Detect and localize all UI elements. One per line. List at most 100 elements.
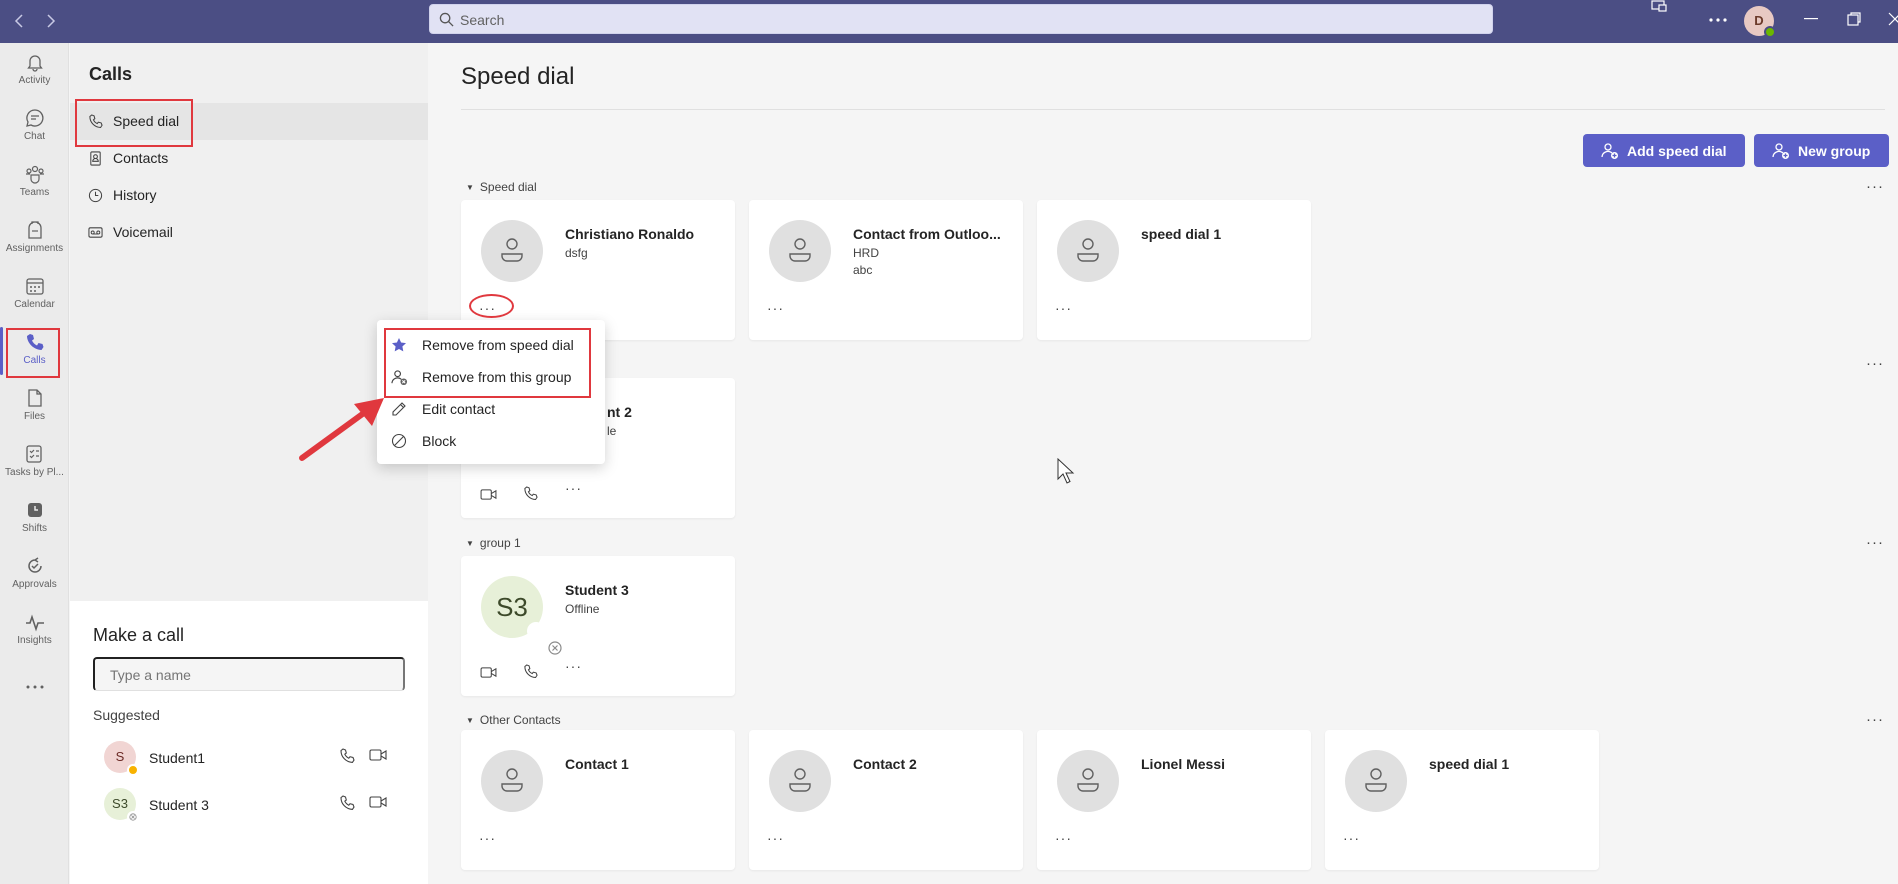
contact-name: Contact 1: [565, 756, 629, 772]
card-more-button[interactable]: ···: [479, 830, 496, 846]
chevron-down-icon: ▼: [466, 539, 474, 548]
active-indicator: [0, 327, 3, 375]
contact-card[interactable]: Contact 2 ···: [749, 730, 1023, 870]
rail-calls[interactable]: Calls: [0, 323, 69, 379]
video-call-icon[interactable]: [369, 748, 387, 762]
screen-share-icon[interactable]: [1651, 0, 1667, 12]
rail-chat[interactable]: Chat: [0, 99, 69, 155]
contact-name: Student 3: [565, 582, 629, 598]
contact-name: speed dial 1: [1429, 756, 1510, 772]
menu-remove-from-this-group[interactable]: Remove from this group: [377, 361, 605, 393]
phone-icon: [26, 334, 43, 350]
person-icon: [789, 768, 811, 792]
card-more-button[interactable]: ···: [1055, 830, 1072, 846]
avatar: [1057, 750, 1119, 812]
video-call-icon[interactable]: [480, 488, 497, 501]
contact-card[interactable]: speed dial 1 ···: [1037, 200, 1311, 340]
card-more-button[interactable]: ···: [565, 658, 582, 674]
menu-edit-contact[interactable]: Edit contact: [377, 393, 605, 425]
profile-avatar[interactable]: D: [1744, 6, 1776, 38]
call-icon[interactable]: [523, 486, 538, 501]
star-icon: [392, 338, 406, 352]
rail-files[interactable]: Files: [0, 379, 69, 435]
contact-card[interactable]: Christiano Ronaldo dsfg ···: [461, 200, 735, 340]
contact-card[interactable]: Contact 1 ···: [461, 730, 735, 870]
rail-activity[interactable]: Activity: [0, 43, 69, 99]
add-speed-dial-button[interactable]: Add speed dial: [1583, 134, 1745, 167]
card-more-button[interactable]: ···: [1343, 830, 1360, 846]
nav-voicemail[interactable]: Voicemail: [70, 214, 428, 251]
more-options-icon[interactable]: [1709, 18, 1727, 22]
rail-approvals[interactable]: Approvals: [0, 547, 69, 603]
file-icon: [27, 389, 42, 407]
person-remove-icon: [391, 370, 408, 386]
card-more-button[interactable]: ···: [479, 300, 496, 316]
minimize-icon[interactable]: [1804, 18, 1818, 20]
contact-name: Christiano Ronaldo: [565, 226, 695, 242]
bell-icon: [26, 55, 43, 72]
call-icon[interactable]: [339, 795, 355, 811]
section-header[interactable]: ▼ Other Contacts: [466, 713, 561, 727]
rail-teams[interactable]: Teams: [0, 155, 69, 211]
rail-insights[interactable]: Insights: [0, 603, 69, 659]
section-more-button[interactable]: ···: [1866, 711, 1884, 728]
type-a-name-input[interactable]: [93, 657, 405, 691]
contacts-icon: [90, 151, 101, 166]
nav-speed-dial[interactable]: Speed dial: [70, 103, 428, 140]
section-header[interactable]: ▼ group 1: [466, 536, 521, 550]
menu-remove-from-speed-dial[interactable]: Remove from speed dial: [377, 329, 605, 361]
avatar: S3: [104, 788, 139, 823]
card-more-button[interactable]: ···: [1055, 300, 1072, 316]
contact-context-menu: Remove from speed dial Remove from this …: [377, 320, 605, 464]
back-arrow-icon[interactable]: [10, 11, 30, 31]
forward-arrow-icon[interactable]: [40, 11, 60, 31]
contact-name: nt 2: [607, 404, 632, 420]
nav-contacts[interactable]: Contacts: [70, 140, 428, 177]
clock-icon: [88, 188, 103, 203]
rail-shifts[interactable]: Shifts: [0, 491, 69, 547]
section-more-button[interactable]: ···: [1866, 534, 1884, 551]
person-icon: [1077, 768, 1099, 792]
section-header[interactable]: ▼ Speed dial: [466, 180, 537, 194]
assignments-icon: [27, 221, 42, 239]
avatar: [769, 750, 831, 812]
card-more-button[interactable]: ···: [767, 830, 784, 846]
close-icon[interactable]: [1888, 12, 1898, 26]
nav-history[interactable]: History: [70, 177, 428, 214]
new-group-button[interactable]: New group: [1754, 134, 1889, 167]
card-more-button[interactable]: ···: [565, 480, 582, 496]
contact-status: Offline: [565, 602, 600, 616]
contact-card[interactable]: Contact from Outloo... HRD abc ···: [749, 200, 1023, 340]
avatar: S: [104, 741, 139, 776]
video-call-icon[interactable]: [369, 795, 387, 809]
menu-block[interactable]: Block: [377, 425, 605, 457]
section-more-button[interactable]: ···: [1866, 355, 1884, 372]
phone-icon: [89, 114, 103, 129]
call-icon[interactable]: [339, 748, 355, 764]
suggested-contact-row[interactable]: S Student1: [93, 735, 413, 779]
section-more-button[interactable]: ···: [1866, 178, 1884, 195]
shifts-icon: [27, 503, 42, 517]
suggested-contact-row[interactable]: S3 Student 3: [93, 782, 413, 826]
chat-icon: [25, 109, 43, 127]
chevron-down-icon: ▼: [466, 183, 474, 192]
make-a-call-section: Make a call Suggested S Student1 S3 Stud…: [70, 601, 428, 884]
restore-icon[interactable]: [1847, 12, 1861, 26]
contact-detail: dsfg: [565, 246, 588, 260]
voicemail-icon: [88, 227, 103, 238]
search-input[interactable]: Search: [429, 4, 1493, 34]
call-icon[interactable]: [523, 664, 538, 679]
contact-detail: le: [607, 424, 617, 438]
contact-card[interactable]: S3 Student 3 Offline ···: [461, 556, 735, 696]
card-more-button[interactable]: ···: [767, 300, 784, 316]
rail-tasks[interactable]: Tasks by Pl...: [0, 435, 69, 491]
contact-card[interactable]: speed dial 1 ···: [1325, 730, 1599, 870]
rail-assignments[interactable]: Assignments: [0, 211, 69, 267]
avatar: [481, 220, 543, 282]
rail-calendar[interactable]: Calendar: [0, 267, 69, 323]
more-apps-icon[interactable]: [26, 685, 44, 689]
person-add-icon: [1601, 143, 1618, 159]
presence-away-icon: [127, 764, 139, 776]
contact-card[interactable]: Lionel Messi ···: [1037, 730, 1311, 870]
video-call-icon[interactable]: [480, 666, 497, 679]
